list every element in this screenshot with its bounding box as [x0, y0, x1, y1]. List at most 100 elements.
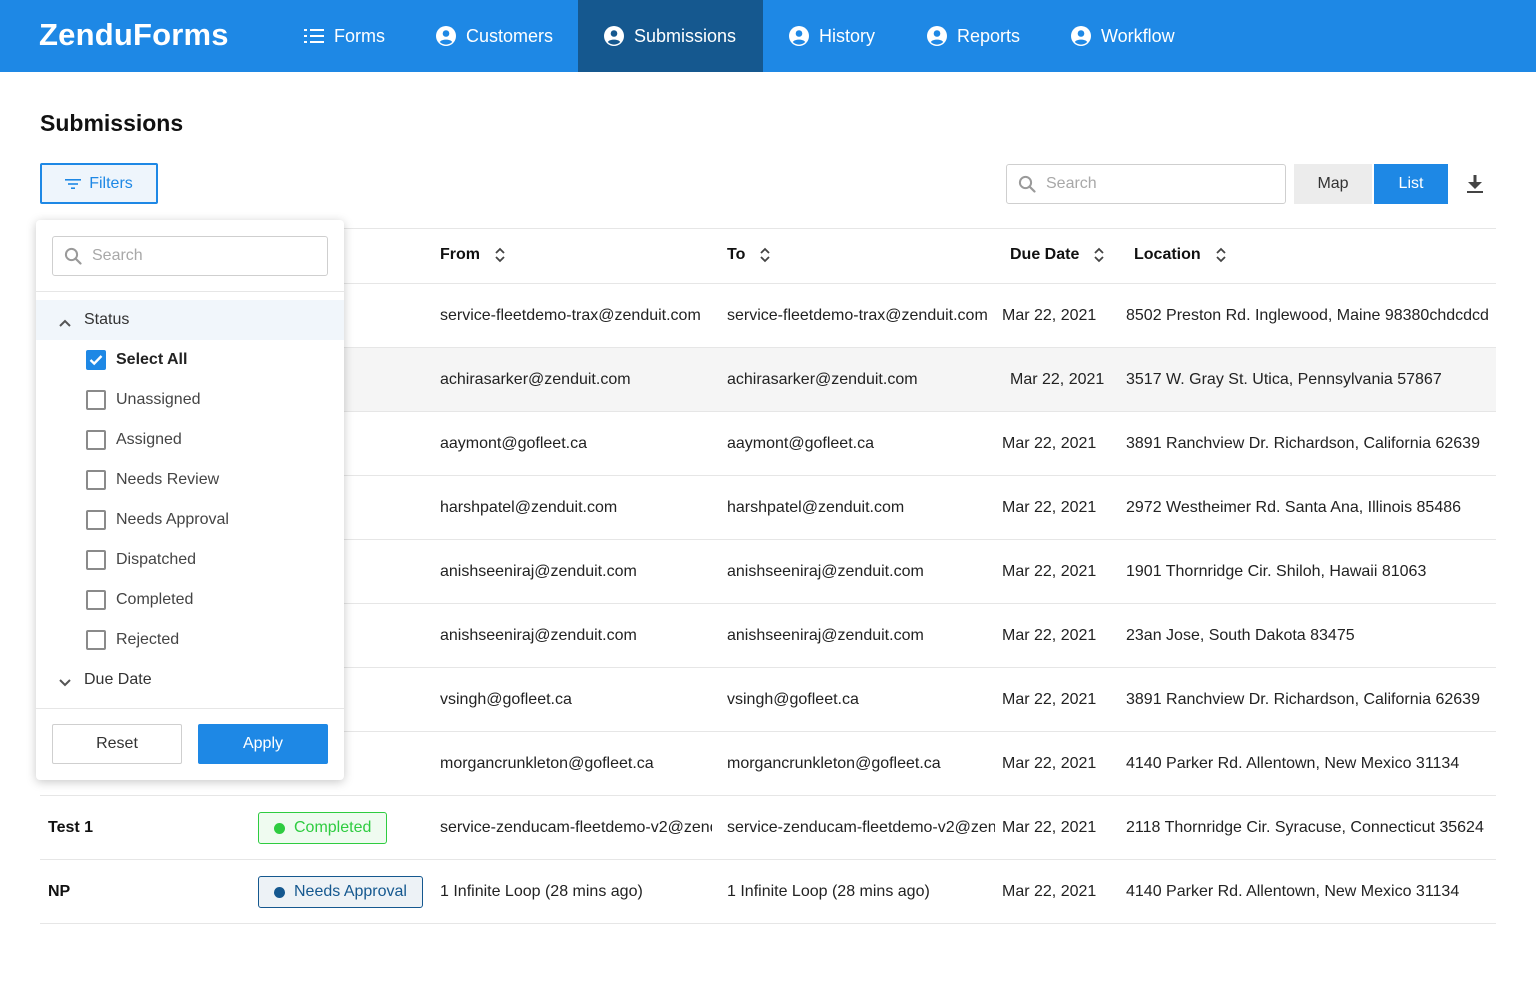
checkbox-icon[interactable] [86, 630, 106, 650]
to-cell: harshpatel@zenduit.com [727, 498, 905, 516]
table-row[interactable]: Test 1 Completed service-zenducam-fleetdem… [40, 796, 1496, 860]
due-date-cell: Mar 22, 2021 [1002, 882, 1097, 900]
checkbox-icon[interactable] [86, 510, 106, 530]
location-cell: 4140 Parker Rd. Allentown, New Mexico 31… [1126, 754, 1460, 772]
nav-item-reports[interactable]: Reports [911, 0, 1041, 72]
to-cell: vsingh@gofleet.ca [727, 690, 859, 708]
filter-group-status[interactable]: Status [36, 300, 344, 340]
from-cell: morgancrunkleton@gofleet.ca [440, 754, 654, 772]
location-cell: 4140 Parker Rd. Allentown, New Mexico 31… [1126, 882, 1460, 900]
to-cell: morgancrunkleton@gofleet.ca [727, 754, 941, 772]
checkbox-icon[interactable] [86, 390, 106, 410]
due-date-cell: Mar 22, 2021 [1002, 434, 1097, 452]
from-cell: 1 Infinite Loop (28 mins ago) [440, 882, 643, 900]
filter-search-input[interactable] [92, 247, 312, 265]
filter-panel: Status Select All Unassigned Assigned Needs… [36, 220, 344, 780]
brand-logo[interactable]: ZenduForms [39, 17, 229, 53]
status-option-assigned[interactable]: Assigned [86, 428, 182, 452]
map-view-button[interactable]: Map [1294, 164, 1372, 204]
status-dot-icon [274, 886, 285, 898]
checkbox-checked-icon[interactable] [86, 350, 106, 370]
table-row[interactable]: NP Needs Approval 1 Infinite Loop (28 mins… [40, 860, 1496, 924]
sort-icon[interactable] [759, 247, 771, 263]
from-cell: anishseeniraj@zenduit.com [440, 562, 637, 580]
column-header-due-date[interactable]: Due Date [1010, 246, 1105, 264]
list-view-button[interactable]: List [1374, 164, 1448, 204]
nav-label: Workflow [1101, 25, 1175, 46]
status-option-rejected[interactable]: Rejected [86, 628, 179, 652]
status-option-needs-approval[interactable]: Needs Approval [86, 508, 229, 532]
location-cell: 23an Jose, South Dakota 83475 [1126, 626, 1355, 644]
status-option-needs-review[interactable]: Needs Review [86, 468, 219, 492]
search-input[interactable] [1046, 175, 1266, 193]
download-icon[interactable] [1464, 172, 1486, 196]
column-header-to[interactable]: To [727, 246, 771, 264]
option-label: Dispatched [116, 551, 197, 568]
sort-icon[interactable] [1215, 247, 1227, 263]
status-option-select-all[interactable]: Select All [86, 348, 187, 372]
status-option-completed[interactable]: Completed [86, 588, 193, 612]
location-cell: 2972 Westheimer Rd. Santa Ana, Illinois … [1126, 498, 1462, 516]
status-label: Needs Approval [294, 883, 407, 900]
status-option-dispatched[interactable]: Dispatched [86, 548, 196, 572]
checkbox-icon[interactable] [86, 430, 106, 450]
nav-item-forms[interactable]: Forms [288, 0, 402, 72]
location-cell: 1901 Thornridge Cir. Shiloh, Hawaii 8106… [1126, 562, 1427, 580]
nav-label: Forms [334, 25, 385, 46]
location-cell: 8502 Preston Rd. Inglewood, Maine 98380c… [1126, 306, 1489, 324]
filters-label: Filters [89, 174, 133, 192]
due-date-cell: Mar 22, 2021 [1002, 754, 1097, 772]
list-icon [304, 26, 324, 46]
column-header-from[interactable]: From [440, 246, 506, 264]
filter-search-box[interactable] [52, 236, 328, 276]
account-circle-icon [604, 26, 624, 46]
option-label: Assigned [116, 431, 182, 448]
apply-button[interactable]: Apply [198, 724, 328, 764]
due-date-cell: Mar 22, 2021 [1002, 626, 1097, 644]
option-label: Needs Review [116, 471, 220, 488]
option-label: Completed [116, 591, 194, 608]
search-icon [64, 247, 82, 265]
account-circle-icon [927, 26, 947, 46]
due-date-cell: Mar 22, 2021 [1002, 690, 1097, 708]
option-label: Needs Approval [116, 511, 229, 528]
from-cell: aaymont@gofleet.ca [440, 434, 587, 452]
nav-item-customers[interactable]: Customers [420, 0, 570, 72]
from-cell: vsingh@gofleet.ca [440, 690, 572, 708]
nav-label: History [819, 25, 876, 46]
filters-button[interactable]: Filters [40, 163, 158, 204]
from-cell: service-zenducam-fleetdemo-v2@zenduit.co… [440, 818, 712, 836]
due-date-cell: Mar 22, 2021 [1002, 818, 1097, 836]
checkbox-icon[interactable] [86, 470, 106, 490]
due-date-cell: Mar 22, 2021 [1002, 562, 1097, 580]
account-circle-icon [436, 26, 456, 46]
status-badge: Completed [258, 812, 388, 844]
to-cell: service-fleetdemo-trax@zenduit.com [727, 306, 988, 324]
chevron-down-icon [58, 675, 72, 687]
filter-group-label: Status [84, 311, 130, 328]
location-cell: 3891 Ranchview Dr. Richardson, Californi… [1126, 690, 1480, 708]
checkbox-icon[interactable] [86, 550, 106, 570]
submission-name: NP [48, 882, 71, 900]
divider [36, 291, 344, 292]
search-box[interactable] [1006, 164, 1286, 204]
nav-item-history[interactable]: History [773, 0, 893, 72]
column-header-location[interactable]: Location [1134, 246, 1227, 264]
sort-icon[interactable] [1093, 247, 1105, 263]
from-cell: anishseeniraj@zenduit.com [440, 626, 637, 644]
checkbox-icon[interactable] [86, 590, 106, 610]
status-dot-icon [274, 822, 285, 834]
option-label: Select All [116, 351, 188, 368]
nav-item-submissions[interactable]: Submissions [578, 0, 763, 72]
sort-icon[interactable] [494, 247, 506, 263]
nav-item-workflow[interactable]: Workflow [1055, 0, 1195, 72]
filter-group-due-date[interactable]: Due Date [36, 660, 344, 700]
status-option-unassigned[interactable]: Unassigned [86, 388, 201, 412]
option-label: Unassigned [116, 391, 201, 408]
chevron-up-icon [58, 315, 72, 327]
from-cell: achirasarker@zenduit.com [440, 370, 631, 388]
due-date-cell: Mar 22, 2021 [1002, 306, 1097, 324]
nav-label: Submissions [634, 25, 737, 46]
due-date-cell: Mar 22, 2021 [1002, 498, 1097, 516]
reset-button[interactable]: Reset [52, 724, 182, 764]
